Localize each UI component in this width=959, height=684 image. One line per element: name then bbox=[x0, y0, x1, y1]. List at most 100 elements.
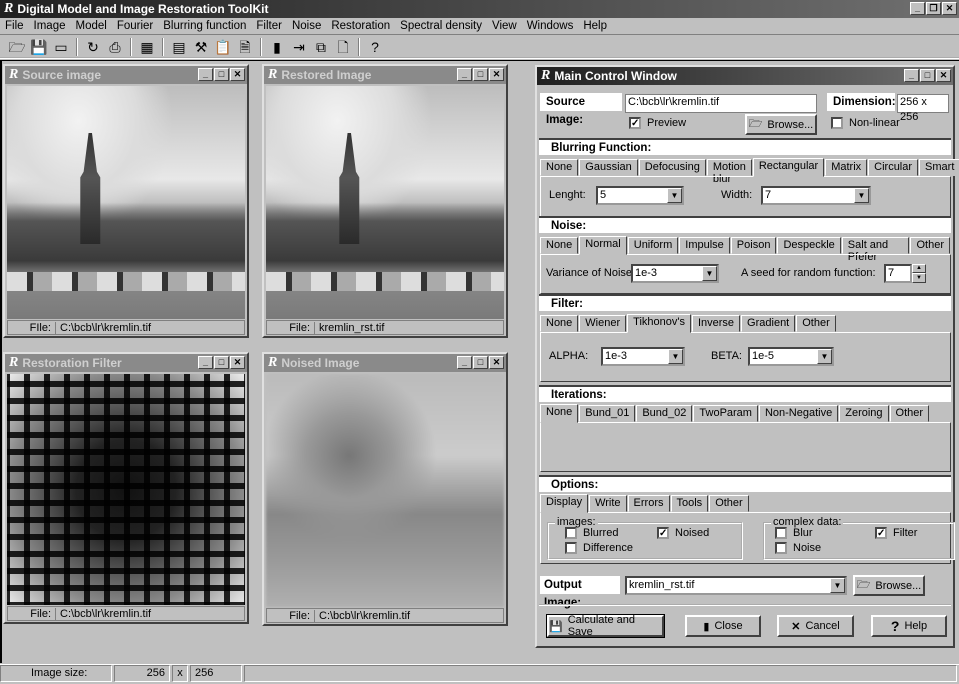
tab-matrix[interactable]: Matrix bbox=[825, 159, 868, 176]
menu-view[interactable]: View bbox=[487, 20, 522, 32]
minimize-button[interactable]: _ bbox=[198, 356, 213, 369]
nonlinear-checkbox[interactable]: Non-linear bbox=[831, 117, 900, 129]
tab-twoparam[interactable]: TwoParam bbox=[693, 405, 758, 422]
tab-poison[interactable]: Poison bbox=[730, 237, 777, 254]
menu-image[interactable]: Image bbox=[29, 20, 71, 32]
tab-impulse[interactable]: Impulse bbox=[679, 237, 730, 254]
noised-checkbox[interactable]: ✓ Noised bbox=[657, 527, 709, 539]
maximize-button[interactable]: □ bbox=[920, 69, 935, 82]
source-image-field[interactable]: C:\bcb\lr\kremlin.tif bbox=[625, 94, 817, 113]
tab-uniform[interactable]: Uniform bbox=[627, 237, 679, 254]
copy-icon[interactable]: ⧉ bbox=[310, 37, 332, 57]
browse-source-button[interactable]: 🗁 Browse... bbox=[745, 114, 817, 135]
checkbox-box[interactable]: ✓ bbox=[629, 117, 641, 129]
table-icon[interactable]: ▤ bbox=[168, 37, 190, 57]
menu-help[interactable]: Help bbox=[578, 20, 612, 32]
menu-model[interactable]: Model bbox=[71, 20, 112, 32]
tab-other[interactable]: Other bbox=[889, 405, 930, 422]
close-button[interactable]: ✕ bbox=[936, 69, 951, 82]
maximize-button[interactable]: □ bbox=[214, 68, 229, 81]
open-folder-icon[interactable]: 🗁 bbox=[6, 37, 28, 57]
browse-output-button[interactable]: 🗁 Browse... bbox=[853, 575, 925, 596]
cancel-button[interactable]: ✕ Cancel bbox=[777, 615, 854, 637]
calculator-icon[interactable]: ▦ bbox=[136, 37, 158, 57]
calculate-and-save-button[interactable]: 💾 Calculate and Save bbox=[546, 614, 665, 638]
tools-icon[interactable]: ⚒ bbox=[190, 37, 212, 57]
output-image-select[interactable]: kremlin_rst.tif ▼ bbox=[625, 576, 847, 595]
dropdown-arrow-icon[interactable]: ▼ bbox=[668, 349, 683, 364]
chart-icon[interactable]: ▮ bbox=[266, 37, 288, 57]
dropdown-arrow-icon[interactable]: ▼ bbox=[830, 578, 845, 593]
tab-tikhonov-s[interactable]: Tikhonov's bbox=[627, 314, 691, 333]
tab-write[interactable]: Write bbox=[589, 495, 627, 512]
menu-noise[interactable]: Noise bbox=[287, 20, 326, 32]
tab-none[interactable]: None bbox=[540, 159, 579, 176]
page-icon[interactable]: 🗋 bbox=[332, 37, 354, 57]
checkbox-box[interactable] bbox=[565, 542, 577, 554]
tab-gradient[interactable]: Gradient bbox=[741, 315, 796, 332]
close-button[interactable]: ✕ bbox=[489, 68, 504, 81]
tab-none[interactable]: None bbox=[540, 315, 579, 332]
help-button[interactable]: ? Help bbox=[871, 615, 947, 637]
tab-wiener[interactable]: Wiener bbox=[579, 315, 627, 332]
menu-filter[interactable]: Filter bbox=[251, 20, 287, 32]
dropdown-arrow-icon[interactable]: ▼ bbox=[702, 266, 717, 281]
tab-other[interactable]: Other bbox=[709, 495, 749, 512]
dropdown-arrow-icon[interactable]: ▼ bbox=[854, 188, 869, 203]
tab-rectangular[interactable]: Rectangular bbox=[752, 158, 825, 177]
checkbox-box[interactable] bbox=[775, 527, 787, 539]
beta-select[interactable]: 1e-5 ▼ bbox=[748, 347, 834, 366]
blur-checkbox[interactable]: Blur bbox=[775, 527, 813, 539]
width-select[interactable]: 7 ▼ bbox=[761, 186, 871, 205]
checkbox-box[interactable]: ✓ bbox=[657, 527, 669, 539]
close-button[interactable]: ✕ bbox=[230, 68, 245, 81]
variance-select[interactable]: 1e-3 ▼ bbox=[631, 264, 719, 283]
menu-fourier[interactable]: Fourier bbox=[112, 20, 158, 32]
folder-icon[interactable]: ▭ bbox=[50, 37, 72, 57]
close-button[interactable]: ✕ bbox=[489, 356, 504, 369]
menu-file[interactable]: File bbox=[0, 20, 29, 32]
tab-bund-02[interactable]: Bund_02 bbox=[636, 405, 693, 422]
menu-restoration[interactable]: Restoration bbox=[326, 20, 395, 32]
tab-zeroing[interactable]: Zeroing bbox=[839, 405, 889, 422]
close-dialog-button[interactable]: ▮ Close bbox=[685, 615, 761, 637]
close-button[interactable]: ✕ bbox=[230, 356, 245, 369]
tab-salt-and-pfefer[interactable]: Salt and Pfefer bbox=[841, 237, 910, 263]
save-icon[interactable]: 💾 bbox=[28, 37, 50, 57]
tab-none[interactable]: None bbox=[540, 237, 579, 254]
blurred-checkbox[interactable]: Blurred bbox=[565, 527, 618, 539]
seed-spinner[interactable]: ▲ ▼ bbox=[912, 264, 926, 283]
spin-down-icon[interactable]: ▼ bbox=[912, 273, 926, 283]
spin-up-icon[interactable]: ▲ bbox=[912, 264, 926, 273]
print-icon[interactable]: ⎙ bbox=[104, 37, 126, 57]
dropdown-arrow-icon[interactable]: ▼ bbox=[817, 349, 832, 364]
menu-spectral-density[interactable]: Spectral density bbox=[395, 20, 487, 32]
checkbox-box[interactable] bbox=[831, 117, 843, 129]
checkbox-box[interactable] bbox=[775, 542, 787, 554]
maximize-button[interactable]: □ bbox=[473, 68, 488, 81]
tab-other[interactable]: Other bbox=[910, 237, 950, 254]
document-icon[interactable]: 🗎 bbox=[234, 37, 256, 57]
filter-checkbox[interactable]: ✓ Filter bbox=[875, 527, 917, 539]
tab-inverse[interactable]: Inverse bbox=[691, 315, 741, 332]
tab-despeckle[interactable]: Despeckle bbox=[777, 237, 841, 254]
tab-bund-01[interactable]: Bund_01 bbox=[579, 405, 636, 422]
seed-input[interactable]: 7 bbox=[884, 264, 912, 283]
minimize-button[interactable]: _ bbox=[910, 2, 925, 15]
noise-checkbox[interactable]: Noise bbox=[775, 542, 821, 554]
tab-defocusing[interactable]: Defocusing bbox=[638, 159, 706, 176]
clipboard-icon[interactable]: 📋 bbox=[212, 37, 234, 57]
minimize-button[interactable]: _ bbox=[457, 356, 472, 369]
maximize-button[interactable]: □ bbox=[214, 356, 229, 369]
minimize-button[interactable]: _ bbox=[198, 68, 213, 81]
tab-none[interactable]: None bbox=[540, 404, 579, 423]
tab-tools[interactable]: Tools bbox=[670, 495, 709, 512]
minimize-button[interactable]: _ bbox=[904, 69, 919, 82]
minimize-button[interactable]: _ bbox=[457, 68, 472, 81]
difference-checkbox[interactable]: Difference bbox=[565, 542, 633, 554]
tab-other[interactable]: Other bbox=[796, 315, 836, 332]
tab-errors[interactable]: Errors bbox=[627, 495, 670, 512]
checkbox-box[interactable] bbox=[565, 527, 577, 539]
maximize-button[interactable]: □ bbox=[473, 356, 488, 369]
alpha-select[interactable]: 1e-3 ▼ bbox=[601, 347, 685, 366]
